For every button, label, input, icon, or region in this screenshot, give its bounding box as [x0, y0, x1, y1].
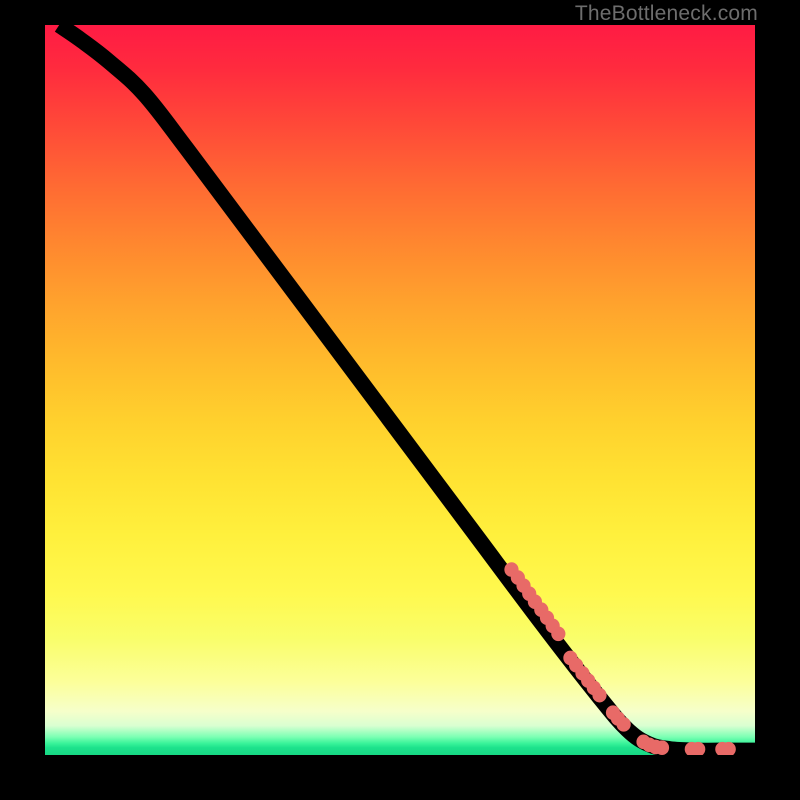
chart-svg	[45, 25, 755, 755]
watermark-text: TheBottleneck.com	[575, 2, 758, 26]
chart-frame: TheBottleneck.com	[0, 0, 800, 800]
data-point	[617, 717, 631, 732]
data-point	[655, 740, 669, 755]
plot-area	[45, 25, 755, 755]
data-point	[592, 688, 606, 703]
data-point	[551, 627, 565, 642]
bottleneck-curve	[59, 25, 755, 751]
marker-layer	[504, 562, 735, 755]
